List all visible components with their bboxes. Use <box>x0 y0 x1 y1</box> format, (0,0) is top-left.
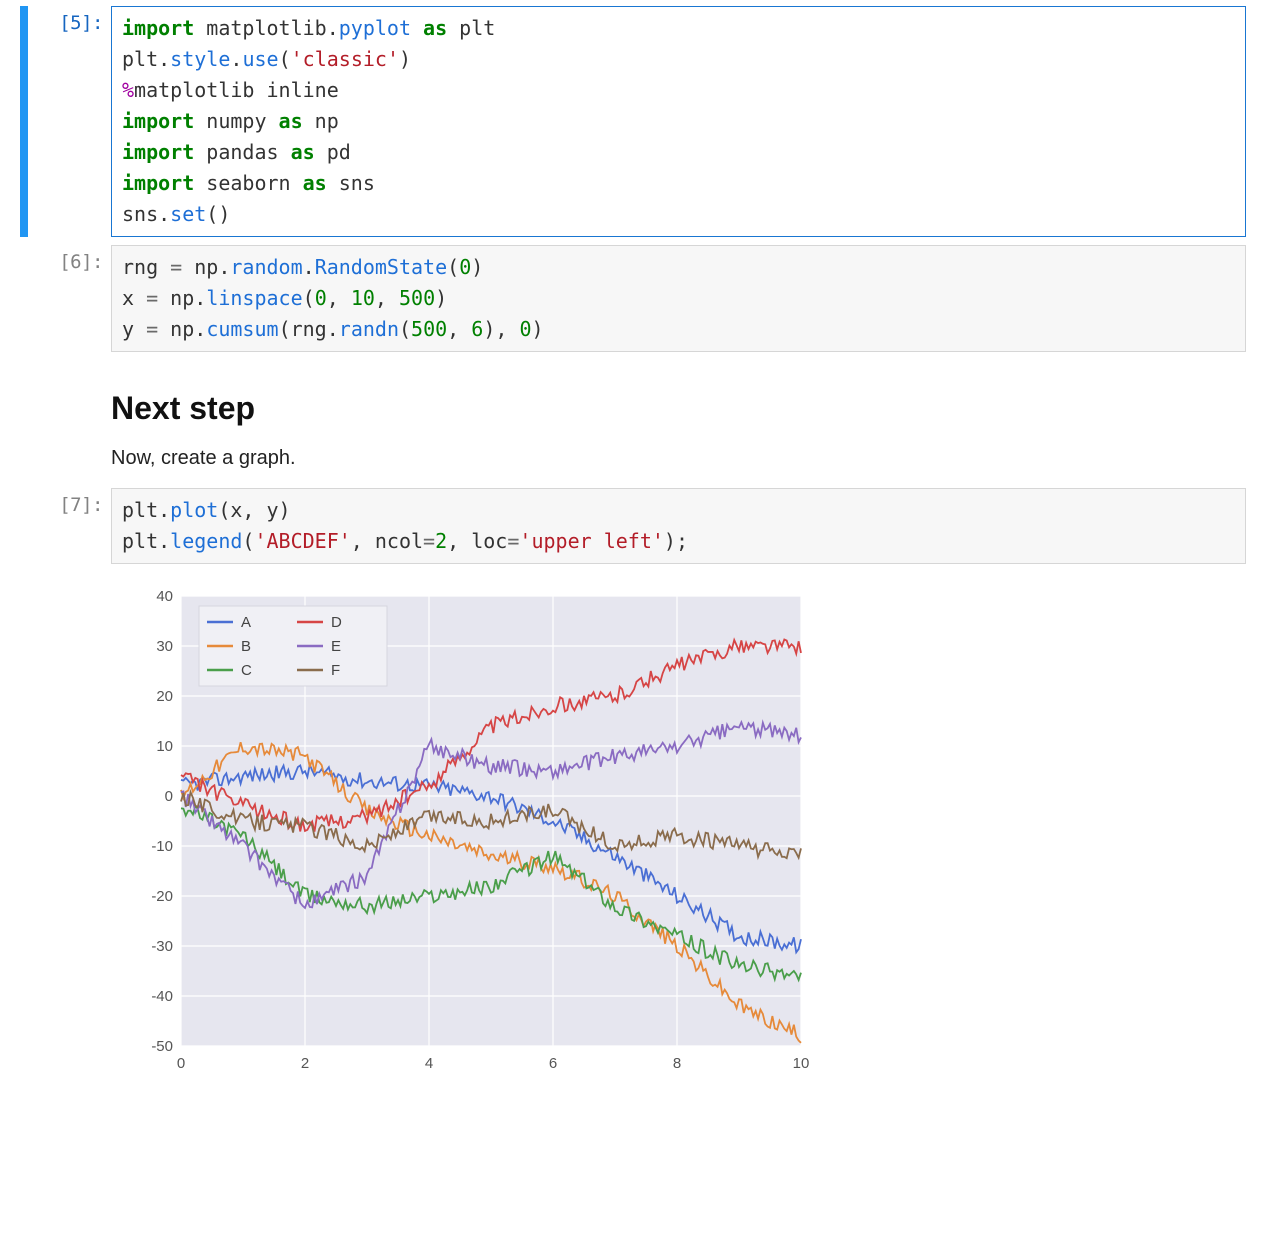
notebook: [5]: import matplotlib.pyplot as plt plt… <box>0 4 1266 1155</box>
svg-text:8: 8 <box>673 1055 681 1072</box>
cell-run-indicator <box>20 245 28 352</box>
cell-output: -50 -40 -30 -20 -10 0 10 20 30 40 0 2 4 6 8 10 ABC DEF <box>111 570 1246 1089</box>
code-cell-7[interactable]: [7]: plt.plot(x, y) plt.legend('ABCDEF',… <box>20 486 1246 1091</box>
cell-prompt: [5]: <box>28 6 111 34</box>
svg-text:30: 30 <box>156 638 173 655</box>
svg-text:10: 10 <box>156 738 173 755</box>
cell-run-indicator <box>20 6 28 237</box>
svg-text:-20: -20 <box>151 888 173 905</box>
code-cell-5[interactable]: [5]: import matplotlib.pyplot as plt plt… <box>20 4 1246 239</box>
code-content[interactable]: plt.plot(x, y) plt.legend('ABCDEF', ncol… <box>122 495 1235 557</box>
cell-prompt: [6]: <box>28 245 111 273</box>
svg-text:10: 10 <box>793 1055 810 1072</box>
markdown-paragraph: Now, create a graph. <box>111 447 1246 470</box>
svg-text:F: F <box>331 662 340 679</box>
svg-text:0: 0 <box>177 1055 185 1072</box>
markdown-cell[interactable]: Next step Now, create a graph. <box>20 358 1246 482</box>
cell-run-indicator <box>20 360 28 480</box>
svg-text:4: 4 <box>425 1055 433 1072</box>
code-input-area[interactable]: import matplotlib.pyplot as plt plt.styl… <box>111 6 1246 237</box>
cell-prompt: [7]: <box>28 488 111 516</box>
svg-text:0: 0 <box>165 788 173 805</box>
svg-text:-50: -50 <box>151 1038 173 1055</box>
svg-text:6: 6 <box>549 1055 557 1072</box>
svg-text:C: C <box>241 662 252 679</box>
svg-text:B: B <box>241 638 251 655</box>
markdown-heading: Next step <box>111 390 1246 427</box>
code-input-area[interactable]: plt.plot(x, y) plt.legend('ABCDEF', ncol… <box>111 488 1246 564</box>
svg-text:D: D <box>331 614 342 631</box>
code-cell-6[interactable]: [6]: rng = np.random.RandomState(0) x = … <box>20 243 1246 354</box>
markdown-rendered: Next step Now, create a graph. <box>111 360 1246 470</box>
svg-text:-30: -30 <box>151 938 173 955</box>
svg-text:-40: -40 <box>151 988 173 1005</box>
cell-prompt <box>28 360 111 366</box>
svg-text:E: E <box>331 638 341 655</box>
code-input-area[interactable]: rng = np.random.RandomState(0) x = np.li… <box>111 245 1246 352</box>
code-content[interactable]: rng = np.random.RandomState(0) x = np.li… <box>122 252 1235 345</box>
svg-text:20: 20 <box>156 688 173 705</box>
code-content[interactable]: import matplotlib.pyplot as plt plt.styl… <box>122 13 1235 230</box>
svg-text:-10: -10 <box>151 838 173 855</box>
svg-text:40: 40 <box>156 588 173 605</box>
svg-text:2: 2 <box>301 1055 309 1072</box>
line-chart: -50 -40 -30 -20 -10 0 10 20 30 40 0 2 4 6 8 10 ABC DEF <box>111 576 831 1086</box>
cell-run-indicator <box>20 488 28 1089</box>
svg-text:A: A <box>241 614 251 631</box>
